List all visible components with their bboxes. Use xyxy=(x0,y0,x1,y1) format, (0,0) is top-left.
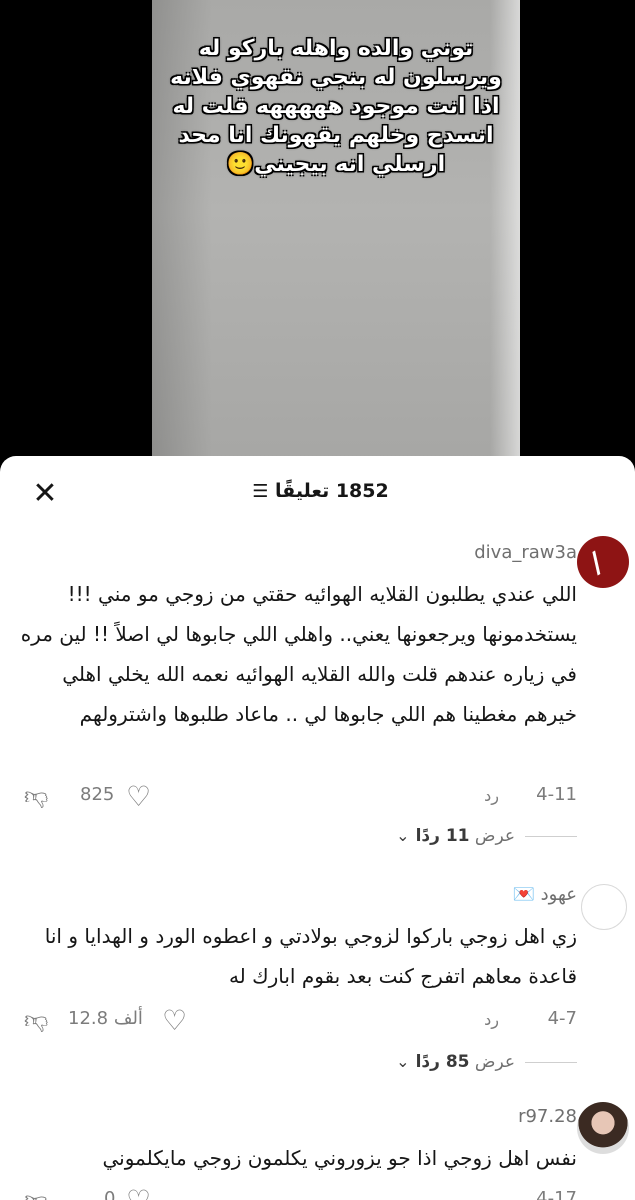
chevron-down-icon: ⌄ xyxy=(396,1052,410,1071)
like-group: 👎︎ 12.8 ألف ♡ xyxy=(24,1004,214,1037)
comment-date: 4-7 xyxy=(547,1008,577,1029)
caption-line: ارسلي انه بيجيني🙂 xyxy=(226,152,446,177)
caption-line: اذا انت موجود هههههه قلت له xyxy=(172,94,500,119)
like-count: 825 xyxy=(80,784,115,805)
comment-username[interactable]: 💌 عهود xyxy=(513,884,578,905)
caption-line: توني والده واهله باركو له xyxy=(198,36,474,61)
like-group: 👎︎ 0 ♡ xyxy=(24,1184,224,1200)
comment-date: 4-17 xyxy=(536,1188,577,1200)
comment-item: r97.28 نفس اهل زوجي اذا جو يزوروني يكلمو… xyxy=(0,1102,635,1200)
caption-line: ويرسلون له بنجي نقهوي فلانه xyxy=(170,65,502,90)
comment-item: 💌 عهود زي اهل زوجي باركوا لزوجي بولادتي … xyxy=(0,880,635,1080)
comments-count-title: 1852 تعليقًا ☰ xyxy=(252,480,389,502)
divider-line xyxy=(525,1061,577,1063)
avatar[interactable]: / xyxy=(577,536,629,588)
avatar[interactable] xyxy=(577,1102,629,1154)
comment-text: نفس اهل زوجي اذا جو يزوروني يكلمون زوجي … xyxy=(102,1146,577,1170)
comments-header: ✕ 1852 تعليقًا ☰ xyxy=(0,456,635,526)
dislike-icon[interactable]: 👎︎ xyxy=(24,1186,48,1200)
video-caption: توني والده واهله باركو له ويرسلون له بنج… xyxy=(152,34,520,179)
divider-line xyxy=(525,835,577,837)
dislike-icon[interactable]: 👎︎ xyxy=(24,782,48,811)
comment-item: / diva_raw3a اللي عندي يطلبون القلايه ال… xyxy=(0,536,635,856)
view-replies-button[interactable]: عرض 85 ردًا⌄ xyxy=(396,1052,577,1082)
comments-sheet: ✕ 1852 تعليقًا ☰ / diva_raw3a اللي عندي … xyxy=(0,456,635,1200)
like-count: 0 xyxy=(104,1188,116,1200)
like-count: 12.8 ألف xyxy=(68,1008,143,1029)
avatar[interactable] xyxy=(581,884,627,930)
like-group: 👎︎ 825 ♡ xyxy=(24,780,224,813)
chevron-down-icon: ⌄ xyxy=(396,826,410,845)
heart-icon[interactable]: ♡ xyxy=(126,780,151,813)
reply-button[interactable]: رد xyxy=(484,786,499,805)
dislike-icon[interactable]: 👎︎ xyxy=(24,1006,48,1035)
reply-button[interactable]: رد xyxy=(484,1010,499,1029)
comment-text: زي اهل زوجي باركوا لزوجي بولادتي و اعطوه… xyxy=(44,924,577,988)
heart-icon[interactable]: ♡ xyxy=(126,1184,151,1200)
comment-username[interactable]: diva_raw3a xyxy=(474,542,577,563)
heart-icon[interactable]: ♡ xyxy=(162,1004,187,1037)
comment-username[interactable]: r97.28 xyxy=(518,1106,577,1127)
sort-lines-icon[interactable]: ☰ xyxy=(252,481,268,502)
caption-line: انسدح وخلهم يقهونك انا محد xyxy=(178,123,494,148)
comment-date: 4-11 xyxy=(536,784,577,805)
view-replies-button[interactable]: عرض 11 ردًا⌄ xyxy=(396,826,577,856)
video-player[interactable]: توني والده واهله باركو له ويرسلون له بنج… xyxy=(0,0,635,470)
comment-text: اللي عندي يطلبون القلايه الهوائيه حقتي م… xyxy=(20,582,577,726)
